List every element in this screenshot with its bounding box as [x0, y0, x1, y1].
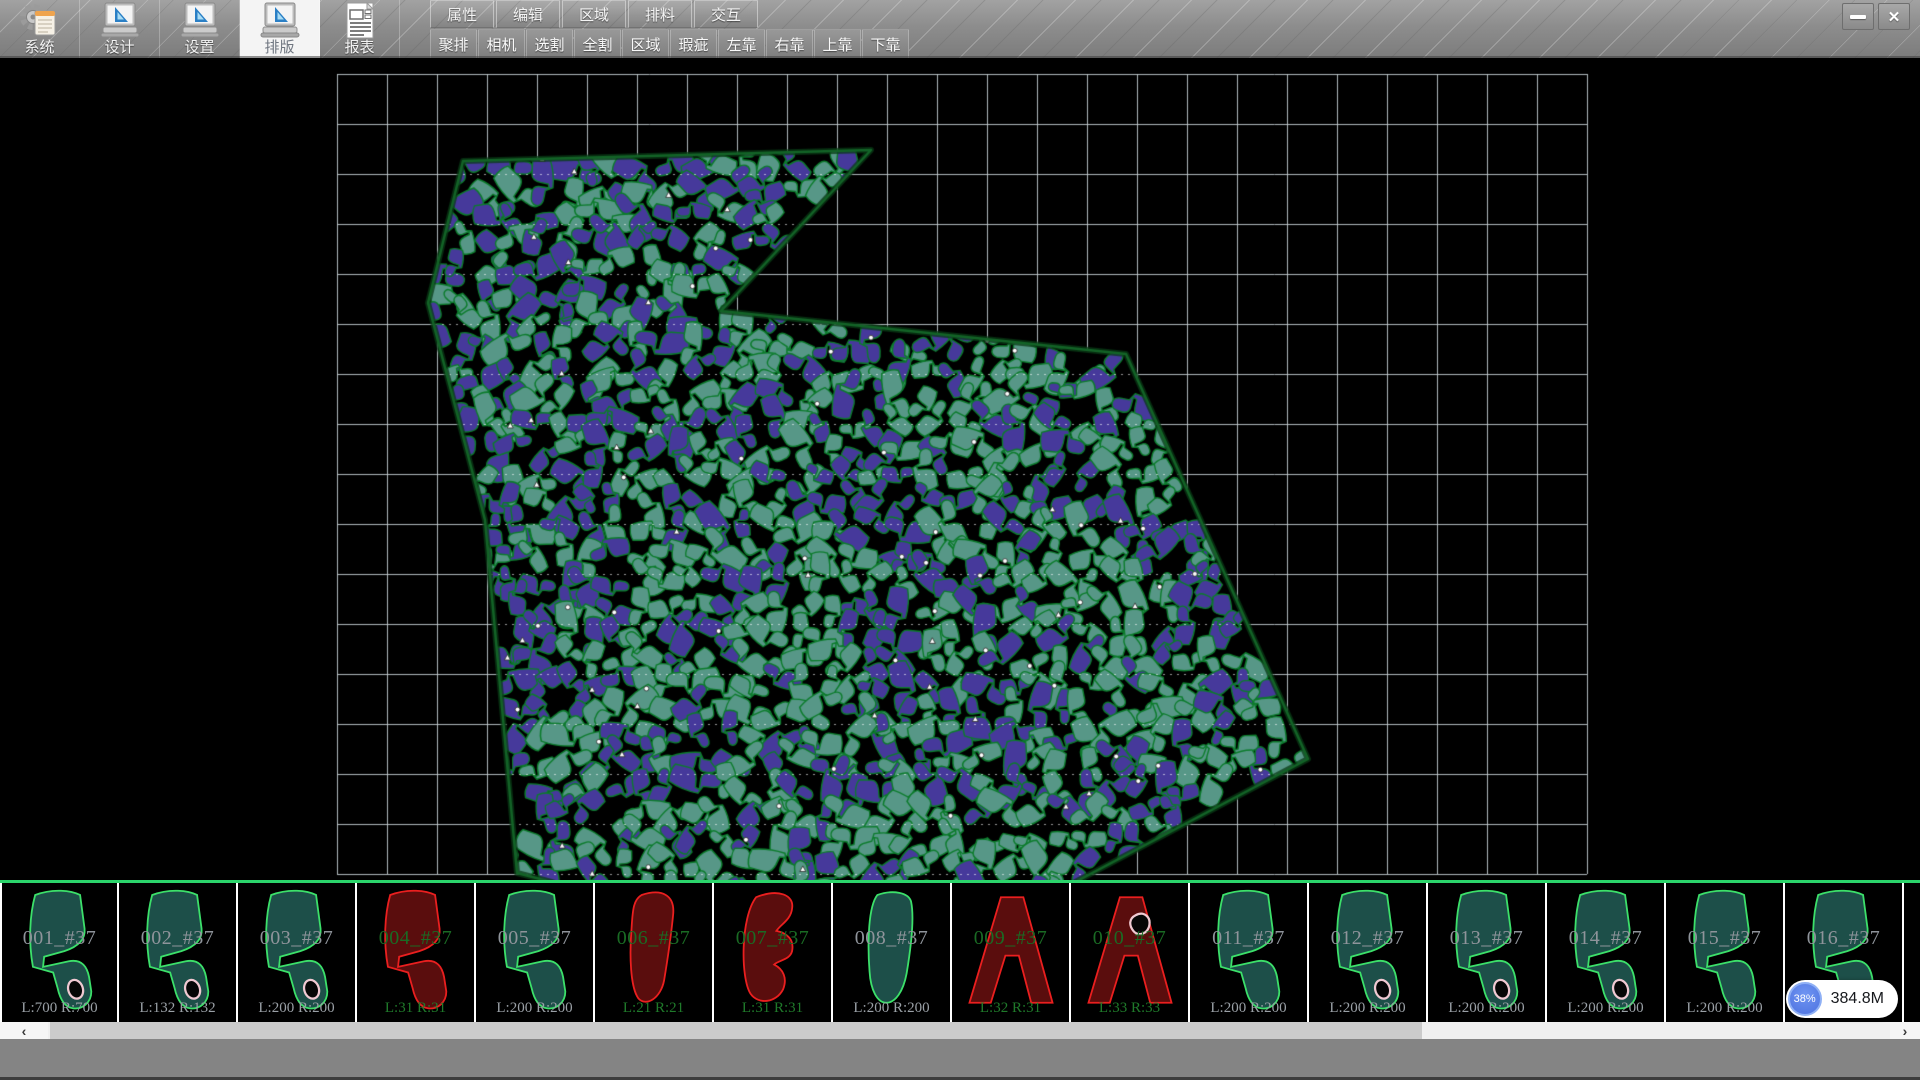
- part-shape-preview: [1552, 886, 1660, 1014]
- scroll-left-button[interactable]: ‹: [0, 1022, 48, 1039]
- settings-icon: [178, 2, 222, 40]
- tool-button-4[interactable]: 全割: [574, 29, 621, 58]
- part-thumbnail-3[interactable]: 003_#37L:200 R:200: [238, 883, 357, 1022]
- horizontal-scrollbar: ‹ ›: [0, 1022, 1920, 1039]
- menu-button-3[interactable]: 区域: [562, 0, 626, 28]
- ribbon: 系统设计设置排版报表 属性编辑区域排料交互 聚排相机选割全割区域瑕疵左靠右靠上靠…: [0, 0, 1920, 58]
- app-tab-3[interactable]: 设置: [160, 0, 240, 58]
- tool-button-6[interactable]: 瑕疵: [670, 29, 717, 58]
- part-shape-preview: [957, 886, 1065, 1014]
- part-shape-preview: [1671, 886, 1779, 1014]
- part-thumbnail-2[interactable]: 002_#37L:132 R:132: [119, 883, 238, 1022]
- report-icon: [338, 2, 382, 40]
- part-thumbnail-10[interactable]: 010_#37L:33 R:33: [1071, 883, 1190, 1022]
- part-thumbnail-12[interactable]: 012_#37L:200 R:200: [1309, 883, 1428, 1022]
- part-shape-preview: [719, 886, 827, 1014]
- scroll-right-button[interactable]: ›: [1890, 1022, 1920, 1039]
- nesting-canvas[interactable]: [0, 58, 1920, 880]
- app-tab-label: 系统: [24, 40, 54, 56]
- part-shape-preview: [1314, 886, 1422, 1014]
- part-thumbnail-17[interactable]: 017_#37L:200 R:200: [1904, 883, 1920, 1022]
- app-tab-1[interactable]: 系统: [0, 0, 80, 58]
- nesting-viewport: [0, 58, 1920, 880]
- menu-button-5[interactable]: 交互: [694, 0, 758, 28]
- scrollbar-thumb[interactable]: [50, 1022, 1422, 1039]
- part-thumbnail-9[interactable]: 009_#37L:32 R:31: [952, 883, 1071, 1022]
- tool-button-8[interactable]: 右靠: [766, 29, 813, 58]
- tool-button-1[interactable]: 聚排: [430, 29, 477, 58]
- parts-tray: 001_#37L:700 R:700002_#37L:132 R:132003_…: [0, 880, 1920, 1022]
- part-thumbnail-15[interactable]: 015_#37L:200 R:200: [1666, 883, 1785, 1022]
- app-tab-2[interactable]: 设计: [80, 0, 160, 58]
- part-thumbnail-11[interactable]: 011_#37L:200 R:200: [1190, 883, 1309, 1022]
- part-thumbnail-1[interactable]: 001_#37L:700 R:700: [0, 883, 119, 1022]
- app-tab-4[interactable]: 排版: [240, 0, 320, 58]
- app-tab-label: 报表: [344, 40, 374, 56]
- app-switcher: 系统 设计 设置 排版 报表: [0, 0, 400, 58]
- bottom-status-bar: [0, 1039, 1920, 1080]
- close-icon: ✕: [1888, 8, 1901, 26]
- design-icon: [98, 2, 142, 40]
- tool-button-3[interactable]: 选割: [526, 29, 573, 58]
- progress-percent: 38%: [1794, 993, 1816, 1005]
- minimize-button[interactable]: [1842, 3, 1874, 30]
- part-thumbnail-4[interactable]: 004_#37L:31 R:31: [357, 883, 476, 1022]
- app-tab-label: 排版: [264, 40, 294, 56]
- tool-button-9[interactable]: 上靠: [814, 29, 861, 58]
- tool-bar: 聚排相机选割全割区域瑕疵左靠右靠上靠下靠: [430, 29, 910, 58]
- part-thumbnail-7[interactable]: 007_#37L:31 R:31: [714, 883, 833, 1022]
- part-shape-preview: [1195, 886, 1303, 1014]
- part-thumbnail-5[interactable]: 005_#37L:200 R:200: [476, 883, 595, 1022]
- part-shape-preview: [481, 886, 589, 1014]
- tool-button-10[interactable]: 下靠: [862, 29, 909, 58]
- system-icon: [18, 2, 62, 40]
- tool-button-2[interactable]: 相机: [478, 29, 525, 58]
- tool-button-7[interactable]: 左靠: [718, 29, 765, 58]
- app-window: 系统设计设置排版报表 属性编辑区域排料交互 聚排相机选割全割区域瑕疵左靠右靠上靠…: [0, 0, 1920, 1080]
- app-tab-5[interactable]: 报表: [320, 0, 400, 58]
- app-tab-label: 设置: [184, 40, 214, 56]
- part-thumbnail-13[interactable]: 013_#37L:200 R:200: [1428, 883, 1547, 1022]
- part-shape-preview: [838, 886, 946, 1014]
- menu-button-1[interactable]: 属性: [430, 0, 494, 28]
- part-shape-preview: [124, 886, 232, 1014]
- part-thumbnail-14[interactable]: 014_#37L:200 R:200: [1547, 883, 1666, 1022]
- part-shape-preview: [1909, 886, 1920, 1014]
- minimize-icon: [1850, 15, 1866, 19]
- part-thumbnail-6[interactable]: 006_#37L:21 R:21: [595, 883, 714, 1022]
- part-shape-preview: [600, 886, 708, 1014]
- tool-button-5[interactable]: 区域: [622, 29, 669, 58]
- memory-usage: 384.8M: [1831, 990, 1884, 1008]
- part-shape-preview: [243, 886, 351, 1014]
- menu-button-4[interactable]: 排料: [628, 0, 692, 28]
- part-shape-preview: [1433, 886, 1541, 1014]
- menu-button-2[interactable]: 编辑: [496, 0, 560, 28]
- part-shape-preview: [362, 886, 470, 1014]
- app-tab-label: 设计: [104, 40, 134, 56]
- menu-bar: 属性编辑区域排料交互: [430, 0, 760, 29]
- progress-circle: 38%: [1788, 982, 1822, 1016]
- part-shape-preview: [7, 886, 115, 1014]
- progress-pill: 38% 384.8M: [1786, 980, 1898, 1018]
- nesting-icon: [258, 2, 302, 40]
- part-thumbnail-8[interactable]: 008_#37L:200 R:200: [833, 883, 952, 1022]
- part-shape-preview: [1076, 886, 1184, 1014]
- close-button[interactable]: ✕: [1878, 3, 1910, 30]
- window-controls: ✕: [1842, 3, 1910, 30]
